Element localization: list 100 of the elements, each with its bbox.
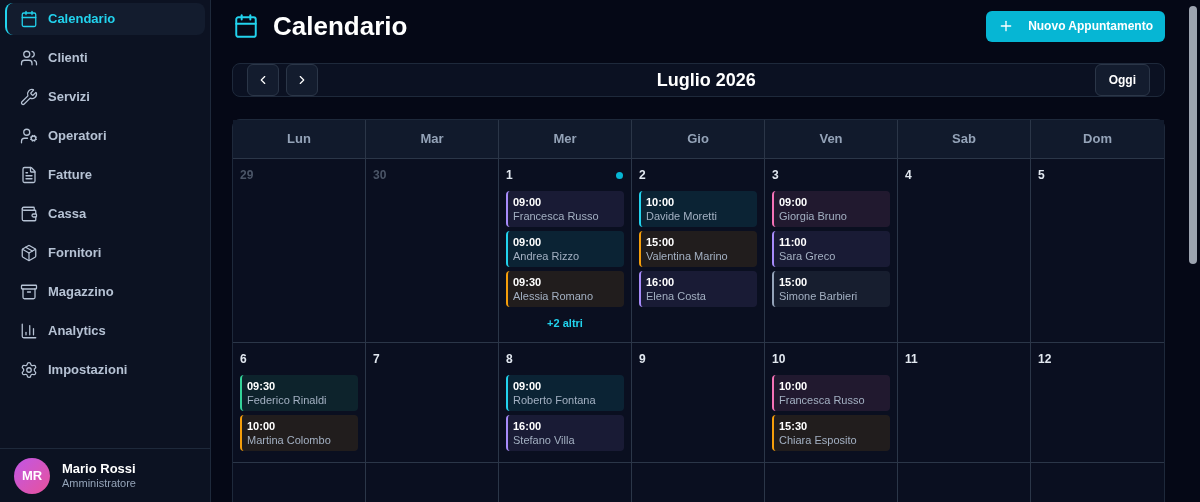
appointment-card[interactable]: 10:00 Francesca Russo [772, 375, 890, 411]
day-number: 12 [1038, 351, 1052, 368]
client-name: Francesca Russo [779, 393, 866, 407]
day-cell[interactable]: 1 09:00 Francesca Russo 09:00 Andrea Rizzo 09:30 Alessia Romano +2 altri [499, 159, 632, 343]
client-name: Andrea Rizzo [513, 249, 581, 263]
day-number: 2 [639, 167, 646, 184]
client-name: Giorgia Bruno [779, 209, 848, 223]
appointment-card[interactable]: 15:30 Chiara Esposito [772, 415, 890, 451]
client-name: Alessia Romano [513, 289, 595, 303]
wallet-icon [20, 205, 38, 223]
client-name: Roberto Fontana [513, 393, 597, 407]
box-icon [20, 244, 38, 262]
appointment-time: 10:00 [779, 379, 809, 393]
calendar-icon [20, 10, 38, 28]
appointment-time: 09:00 [779, 195, 809, 209]
user-name: Mario Rossi [62, 460, 136, 477]
nav-item[interactable]: Analytics [5, 315, 205, 347]
previous-button[interactable] [247, 64, 279, 96]
day-cell[interactable]: 7 [366, 343, 499, 463]
client-name: Federico Rinaldi [247, 393, 328, 407]
day-cell[interactable]: 12 [1031, 343, 1164, 463]
appointment-time: 09:00 [513, 195, 543, 209]
appointment-time: 09:00 [513, 379, 543, 393]
weekday-header: Mar [366, 120, 499, 159]
appointment-card[interactable]: 16:00 Stefano Villa [506, 415, 624, 451]
day-number: 1 [506, 167, 513, 184]
avatar: MR [14, 457, 50, 494]
client-name: Stefano Villa [513, 433, 576, 447]
day-cell[interactable]: 8 09:00 Roberto Fontana 16:00 Stefano Villa [499, 343, 632, 463]
appointment-card[interactable]: 15:00 Valentina Marino [639, 231, 757, 267]
client-name: Martina Colombo [247, 433, 332, 447]
appointment-time: 15:00 [779, 275, 809, 289]
nav-item[interactable]: Impostazioni [5, 354, 205, 386]
appointment-time: 16:00 [646, 275, 676, 289]
page-title: Calendario [273, 9, 408, 43]
appointment-card[interactable]: 10:00 Martina Colombo [240, 415, 358, 451]
user-role: Amministratore [62, 476, 136, 491]
appointment-card[interactable]: 09:00 Giorgia Bruno [772, 191, 890, 227]
users-icon [20, 49, 38, 67]
weekday-header: Mer [499, 120, 632, 159]
nav-item[interactable]: Magazzino [5, 276, 205, 308]
appointment-time: 09:30 [513, 275, 543, 289]
day-number: 3 [772, 167, 779, 184]
day-number: 4 [905, 167, 912, 184]
nav-item[interactable]: Operatori [5, 120, 205, 152]
appointment-card[interactable]: 15:00 Simone Barbieri [772, 271, 890, 307]
nav-item[interactable]: Clienti [5, 42, 205, 74]
day-number: 30 [373, 167, 387, 184]
nav-item[interactable]: Fornitori [5, 237, 205, 269]
weekday-header: Sab [898, 120, 1031, 159]
document-icon [20, 166, 38, 184]
today-button[interactable]: Oggi [1094, 64, 1150, 96]
bar-chart-icon [20, 322, 38, 340]
appointment-time: 15:30 [779, 419, 809, 433]
appointment-card[interactable]: 09:00 Francesca Russo [506, 191, 624, 227]
wrench-icon [20, 88, 38, 106]
day-cell[interactable]: 2 10:00 Davide Moretti 15:00 Valentina Marino 16:00 Elena Costa [632, 159, 765, 343]
month-title: Luglio 2026 [655, 68, 757, 92]
appointment-card[interactable]: 09:00 Andrea Rizzo [506, 231, 624, 267]
weekday-header: Lun [233, 120, 366, 159]
appointment-card[interactable]: 09:00 Roberto Fontana [506, 375, 624, 411]
settings-icon [20, 361, 38, 379]
day-number: 29 [240, 167, 254, 184]
nav-item[interactable]: Servizi [5, 81, 205, 113]
client-name: Elena Costa [646, 289, 707, 303]
nav-item[interactable]: Calendario [5, 3, 205, 35]
calendar-icon [233, 13, 259, 39]
day-cell[interactable]: 5 [1031, 159, 1164, 343]
appointment-time: 10:00 [247, 419, 277, 433]
day-cell[interactable]: 3 09:00 Giorgia Bruno 11:00 Sara Greco 15:00 Simone Barbieri [765, 159, 898, 343]
appointment-card[interactable]: 09:30 Federico Rinaldi [240, 375, 358, 411]
client-name: Francesca Russo [513, 209, 600, 223]
client-name: Valentina Marino [646, 249, 729, 263]
day-cell[interactable]: 10 10:00 Francesca Russo 15:30 Chiara Esposito [765, 343, 898, 463]
more-link[interactable]: +2 altri [547, 315, 583, 332]
weekday-header: Ven [765, 120, 898, 159]
appointment-card[interactable]: 10:00 Davide Moretti [639, 191, 757, 227]
appointment-time: 16:00 [513, 419, 543, 433]
appointment-time: 15:00 [646, 235, 676, 249]
appointment-card[interactable]: 11:00 Sara Greco [772, 231, 890, 267]
day-cell[interactable]: 11 [898, 343, 1031, 463]
day-cell[interactable]: 9 [632, 343, 765, 463]
day-cell[interactable]: 4 [898, 159, 1031, 343]
appointment-card[interactable]: 16:00 Elena Costa [639, 271, 757, 307]
nav-item[interactable]: Cassa [5, 198, 205, 230]
weekday-header: Dom [1031, 120, 1164, 159]
day-number: 10 [772, 351, 786, 368]
archive-icon [20, 283, 38, 301]
client-name: Davide Moretti [646, 209, 718, 223]
day-number: 9 [639, 351, 646, 368]
nav-item[interactable]: Fatture [5, 159, 205, 191]
appointment-card[interactable]: 09:30 Alessia Romano [506, 271, 624, 307]
day-number: 7 [373, 351, 380, 368]
scrollbar[interactable] [1189, 6, 1197, 264]
day-cell[interactable]: 6 09:30 Federico Rinaldi 10:00 Martina Colombo [233, 343, 366, 463]
day-number: 8 [506, 351, 513, 368]
appointment-time: 10:00 [646, 195, 676, 209]
appointment-time: 11:00 [779, 235, 808, 249]
next-button[interactable] [286, 64, 318, 96]
day-number: 11 [905, 351, 918, 368]
